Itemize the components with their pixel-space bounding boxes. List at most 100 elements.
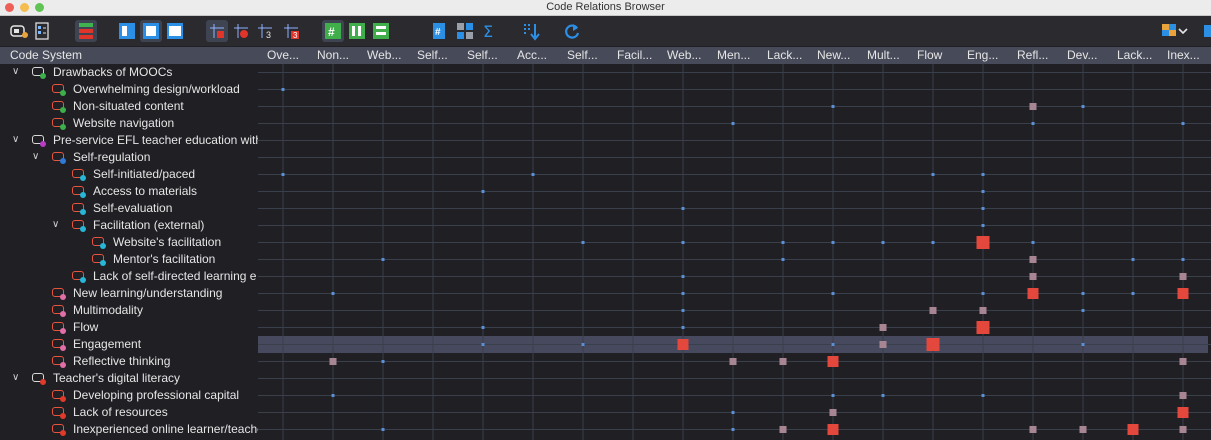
relation-cell[interactable] — [831, 105, 835, 108]
relation-cell[interactable] — [931, 173, 935, 176]
relation-cell[interactable] — [1029, 426, 1037, 433]
column-header-4[interactable]: Self... — [467, 48, 513, 62]
zoom-window-button[interactable] — [35, 3, 44, 12]
code-system-icon[interactable] — [8, 20, 30, 42]
code-row[interactable]: ∨ Self-regulation — [0, 149, 258, 166]
code-row[interactable]: Website navigation — [0, 115, 258, 132]
relation-cell[interactable] — [981, 173, 985, 176]
relation-cell[interactable] — [681, 207, 685, 210]
relation-cell[interactable] — [881, 241, 885, 244]
relation-cell[interactable] — [1029, 273, 1037, 280]
column-header-6[interactable]: Self... — [567, 48, 613, 62]
relation-cell[interactable] — [331, 394, 335, 397]
relation-cell[interactable] — [1081, 343, 1085, 346]
chevron-down-icon[interactable]: ∨ — [32, 151, 39, 162]
relation-cell[interactable] — [779, 358, 787, 365]
code-row[interactable]: ∨ Teacher's digital literacy — [0, 370, 258, 387]
relation-cell[interactable] — [831, 394, 835, 397]
relation-cell[interactable] — [1081, 105, 1085, 108]
chevron-down-icon[interactable]: ∨ — [12, 66, 19, 77]
relation-cell[interactable] — [481, 190, 485, 193]
relation-cell[interactable] — [381, 428, 385, 431]
relation-cell[interactable] — [979, 307, 987, 314]
relation-cell[interactable] — [1179, 273, 1187, 280]
relation-cell[interactable] — [531, 173, 535, 176]
refresh-icon[interactable] — [561, 20, 583, 42]
relation-cell[interactable] — [981, 394, 985, 397]
relation-cell[interactable] — [1031, 122, 1035, 125]
column-header-15[interactable]: Refl... — [1017, 48, 1063, 62]
column-header-16[interactable]: Dev... — [1067, 48, 1113, 62]
hash-icon[interactable]: # — [428, 20, 450, 42]
relation-cell[interactable] — [981, 190, 985, 193]
relation-cell[interactable] — [781, 241, 785, 244]
relation-cell[interactable] — [976, 321, 990, 334]
full-window-icon[interactable] — [164, 20, 186, 42]
relation-cell[interactable] — [976, 236, 990, 249]
code-row[interactable]: Access to materials — [0, 183, 258, 200]
minimize-window-button[interactable] — [20, 3, 29, 12]
sort-icon[interactable] — [520, 20, 542, 42]
column-header-3[interactable]: Self... — [417, 48, 463, 62]
column-header-18[interactable]: Inex... — [1167, 48, 1211, 62]
split-window-icon[interactable] — [140, 20, 162, 42]
column-header-10[interactable]: Lack... — [767, 48, 813, 62]
relation-cell[interactable] — [1079, 426, 1087, 433]
relation-cell[interactable] — [781, 258, 785, 261]
relation-cell[interactable] — [1177, 288, 1189, 299]
code-row[interactable]: Mentor's facilitation — [0, 251, 258, 268]
relation-cell[interactable] — [381, 360, 385, 363]
code-row[interactable]: Developing professional capital — [0, 387, 258, 404]
numbers-toggle-icon[interactable]: 3 — [254, 20, 276, 42]
relation-cell[interactable] — [1131, 292, 1135, 295]
chevron-down-icon[interactable]: ∨ — [52, 219, 59, 230]
relation-cell[interactable] — [829, 409, 837, 416]
relation-cell[interactable] — [1179, 358, 1187, 365]
relation-cell[interactable] — [1179, 426, 1187, 433]
panel-icon[interactable] — [1203, 20, 1211, 42]
relation-cell[interactable] — [731, 428, 735, 431]
relation-cell[interactable] — [1177, 407, 1189, 418]
relation-cell[interactable] — [329, 358, 337, 365]
relation-cell[interactable] — [879, 324, 887, 331]
document-browser-icon[interactable] — [32, 20, 54, 42]
relation-cell[interactable] — [879, 341, 887, 348]
code-row[interactable]: Engagement — [0, 336, 258, 353]
relation-cell[interactable] — [581, 343, 585, 346]
numbers-red-icon[interactable]: 3 — [280, 20, 302, 42]
chevron-down-icon[interactable]: ∨ — [12, 372, 19, 383]
relation-cell[interactable] — [1031, 241, 1035, 244]
column-header-12[interactable]: Mult... — [867, 48, 913, 62]
relation-cell[interactable] — [831, 241, 835, 244]
code-row[interactable]: Flow — [0, 319, 258, 336]
code-row[interactable]: ∨ Facilitation (external) — [0, 217, 258, 234]
relation-cell[interactable] — [1027, 288, 1039, 299]
column-header-8[interactable]: Web... — [667, 48, 713, 62]
relation-cell[interactable] — [926, 338, 940, 351]
relation-cell[interactable] — [931, 241, 935, 244]
relation-cell[interactable] — [731, 411, 735, 414]
rows-icon[interactable] — [370, 20, 392, 42]
close-window-button[interactable] — [5, 3, 14, 12]
color-legend-icon[interactable] — [75, 20, 97, 42]
relation-cell[interactable] — [831, 292, 835, 295]
column-header-14[interactable]: Eng... — [967, 48, 1013, 62]
relation-cell[interactable] — [681, 309, 685, 312]
chevron-down-icon[interactable]: ∨ — [12, 134, 19, 145]
relation-cell[interactable] — [1081, 292, 1085, 295]
column-header-5[interactable]: Acc... — [517, 48, 563, 62]
relation-cell[interactable] — [381, 258, 385, 261]
single-window-icon[interactable] — [116, 20, 138, 42]
grid-icon[interactable]: # — [322, 20, 344, 42]
columns-icon[interactable] — [346, 20, 368, 42]
relation-cell[interactable] — [1181, 122, 1185, 125]
relation-cell[interactable] — [929, 307, 937, 314]
relation-cell[interactable] — [331, 292, 335, 295]
code-row[interactable]: Lack of self-directed learning e — [0, 268, 258, 285]
column-header-2[interactable]: Web... — [367, 48, 413, 62]
relation-cell[interactable] — [681, 275, 685, 278]
column-header-11[interactable]: New... — [817, 48, 863, 62]
relation-cell[interactable] — [981, 224, 985, 227]
export-icon[interactable] — [1160, 20, 1188, 42]
relation-cell[interactable] — [827, 356, 839, 367]
